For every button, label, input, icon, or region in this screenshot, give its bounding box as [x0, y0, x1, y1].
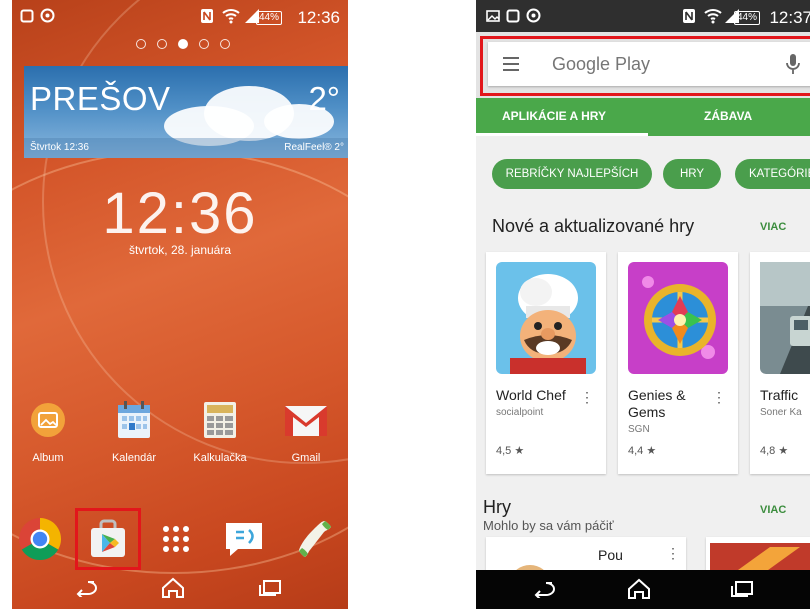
- active-tab-indicator: [476, 133, 648, 136]
- left-phone-screen: 44% 12:36 PREŠOV 2° Štvrtok 12:36 RealFe…: [12, 0, 348, 609]
- app-card-genies-gems[interactable]: Genies & Gems ⋮ SGN 4,4 ★: [618, 252, 738, 474]
- weather-temperature: 2°: [308, 80, 340, 117]
- back-icon[interactable]: [74, 579, 100, 597]
- app-developer: SGN: [628, 424, 650, 435]
- calendar-icon: [118, 401, 150, 438]
- app-rating: 4,5 ★: [496, 445, 525, 457]
- more-options-icon[interactable]: ⋮: [666, 545, 680, 562]
- app-name: Pou: [598, 547, 623, 563]
- recents-icon[interactable]: [730, 580, 754, 598]
- notification-icon: [20, 9, 34, 23]
- section-title: Nové a aktualizované hry: [492, 216, 695, 236]
- app-name: Genies & Gems: [628, 387, 686, 420]
- page-indicator: [136, 39, 230, 51]
- section-subtitle: Mohlo by sa vám páčiť: [483, 518, 614, 533]
- app-developer: Soner Ka: [760, 407, 802, 418]
- page-dot[interactable]: [157, 39, 167, 49]
- back-icon[interactable]: [532, 580, 558, 598]
- chrome-icon[interactable]: [18, 517, 62, 561]
- weather-day-time: Štvrtok 12:36: [30, 142, 89, 153]
- navigation-bar: [476, 570, 810, 609]
- more-button[interactable]: VIAC: [760, 221, 786, 233]
- app-drawer-icon[interactable]: [158, 521, 194, 557]
- page-dot[interactable]: [136, 39, 146, 49]
- recents-icon[interactable]: [258, 579, 282, 597]
- app-label: Kalendár: [111, 452, 157, 464]
- phone-icon[interactable]: [292, 517, 336, 561]
- nfc-icon: [201, 9, 213, 23]
- nfc-icon: [683, 9, 695, 23]
- album-icon: [31, 403, 65, 437]
- weather-widget[interactable]: PREŠOV 2° Štvrtok 12:36 RealFeel® 2°: [24, 66, 348, 158]
- chip-top-charts[interactable]: REBRÍČKY NAJLEPŠÍCH: [492, 159, 652, 189]
- home-icon[interactable]: [626, 578, 652, 600]
- genies-gems-app-icon: [628, 262, 728, 374]
- status-time: 12:37: [769, 8, 810, 27]
- clock-widget[interactable]: 12:36: [12, 180, 348, 247]
- app-card-world-chef[interactable]: World Chef ⋮ socialpoint 4,5 ★: [486, 252, 606, 474]
- sync-icon: [526, 8, 541, 23]
- highlight-box: [480, 36, 810, 96]
- more-button[interactable]: VIAC: [760, 504, 786, 516]
- status-time: 12:36: [297, 8, 340, 27]
- wifi-icon: [704, 9, 722, 24]
- app-label: Gmail: [291, 452, 321, 464]
- right-phone-screen: 44% 12:37 Google Play APLIKÁCIE A HRY ZÁ…: [476, 0, 810, 609]
- notification-icon: [506, 9, 520, 23]
- chip-categories[interactable]: KATEGÓRIE: [735, 159, 810, 189]
- app-label: Album: [32, 452, 64, 464]
- app-card-traffic[interactable]: Traffic Soner Ka 4,8 ★: [750, 252, 810, 474]
- battery-level: 44%: [733, 11, 760, 25]
- navigation-bar: [12, 567, 348, 609]
- more-options-icon[interactable]: ⋮: [580, 389, 594, 406]
- status-bar: 44% 12:36: [12, 0, 348, 32]
- wifi-icon: [222, 9, 240, 24]
- calculator-icon: [204, 402, 236, 438]
- status-bar: 44% 12:37: [476, 0, 810, 32]
- app-name: Traffic: [760, 387, 799, 403]
- tab-bar: APLIKÁCIE A HRY ZÁBAVA: [476, 98, 810, 136]
- app-developer: socialpoint: [496, 407, 544, 418]
- gmail-icon: [285, 406, 327, 436]
- messaging-icon[interactable]: [222, 519, 266, 559]
- clock-date: štvrtok, 28. januára: [128, 243, 232, 257]
- chip-games[interactable]: HRY: [663, 159, 721, 189]
- app-label: Kalkulačka: [193, 452, 247, 464]
- page-dot[interactable]: [220, 39, 230, 49]
- page-dot-active[interactable]: [178, 39, 188, 49]
- screenshot-icon: [486, 10, 500, 22]
- app-rating: 4,8 ★: [760, 445, 789, 457]
- more-options-icon[interactable]: ⋮: [712, 389, 726, 406]
- app-name: World Chef: [496, 387, 566, 403]
- home-icon[interactable]: [160, 577, 186, 599]
- tab-apps-games[interactable]: APLIKÁCIE A HRY: [502, 109, 606, 123]
- section-title: Hry: [483, 497, 511, 517]
- sync-icon: [40, 8, 55, 23]
- battery-level: 44%: [255, 11, 282, 25]
- world-chef-app-icon: [496, 262, 596, 374]
- page-dot[interactable]: [199, 39, 209, 49]
- weather-realfeel: RealFeel® 2°: [284, 142, 344, 153]
- dock: [12, 507, 348, 567]
- weather-city: PREŠOV: [30, 80, 171, 117]
- tab-entertainment[interactable]: ZÁBAVA: [704, 109, 752, 123]
- traffic-app-icon: [760, 262, 810, 374]
- app-rating: 4,4 ★: [628, 445, 657, 457]
- highlight-box: [75, 508, 141, 570]
